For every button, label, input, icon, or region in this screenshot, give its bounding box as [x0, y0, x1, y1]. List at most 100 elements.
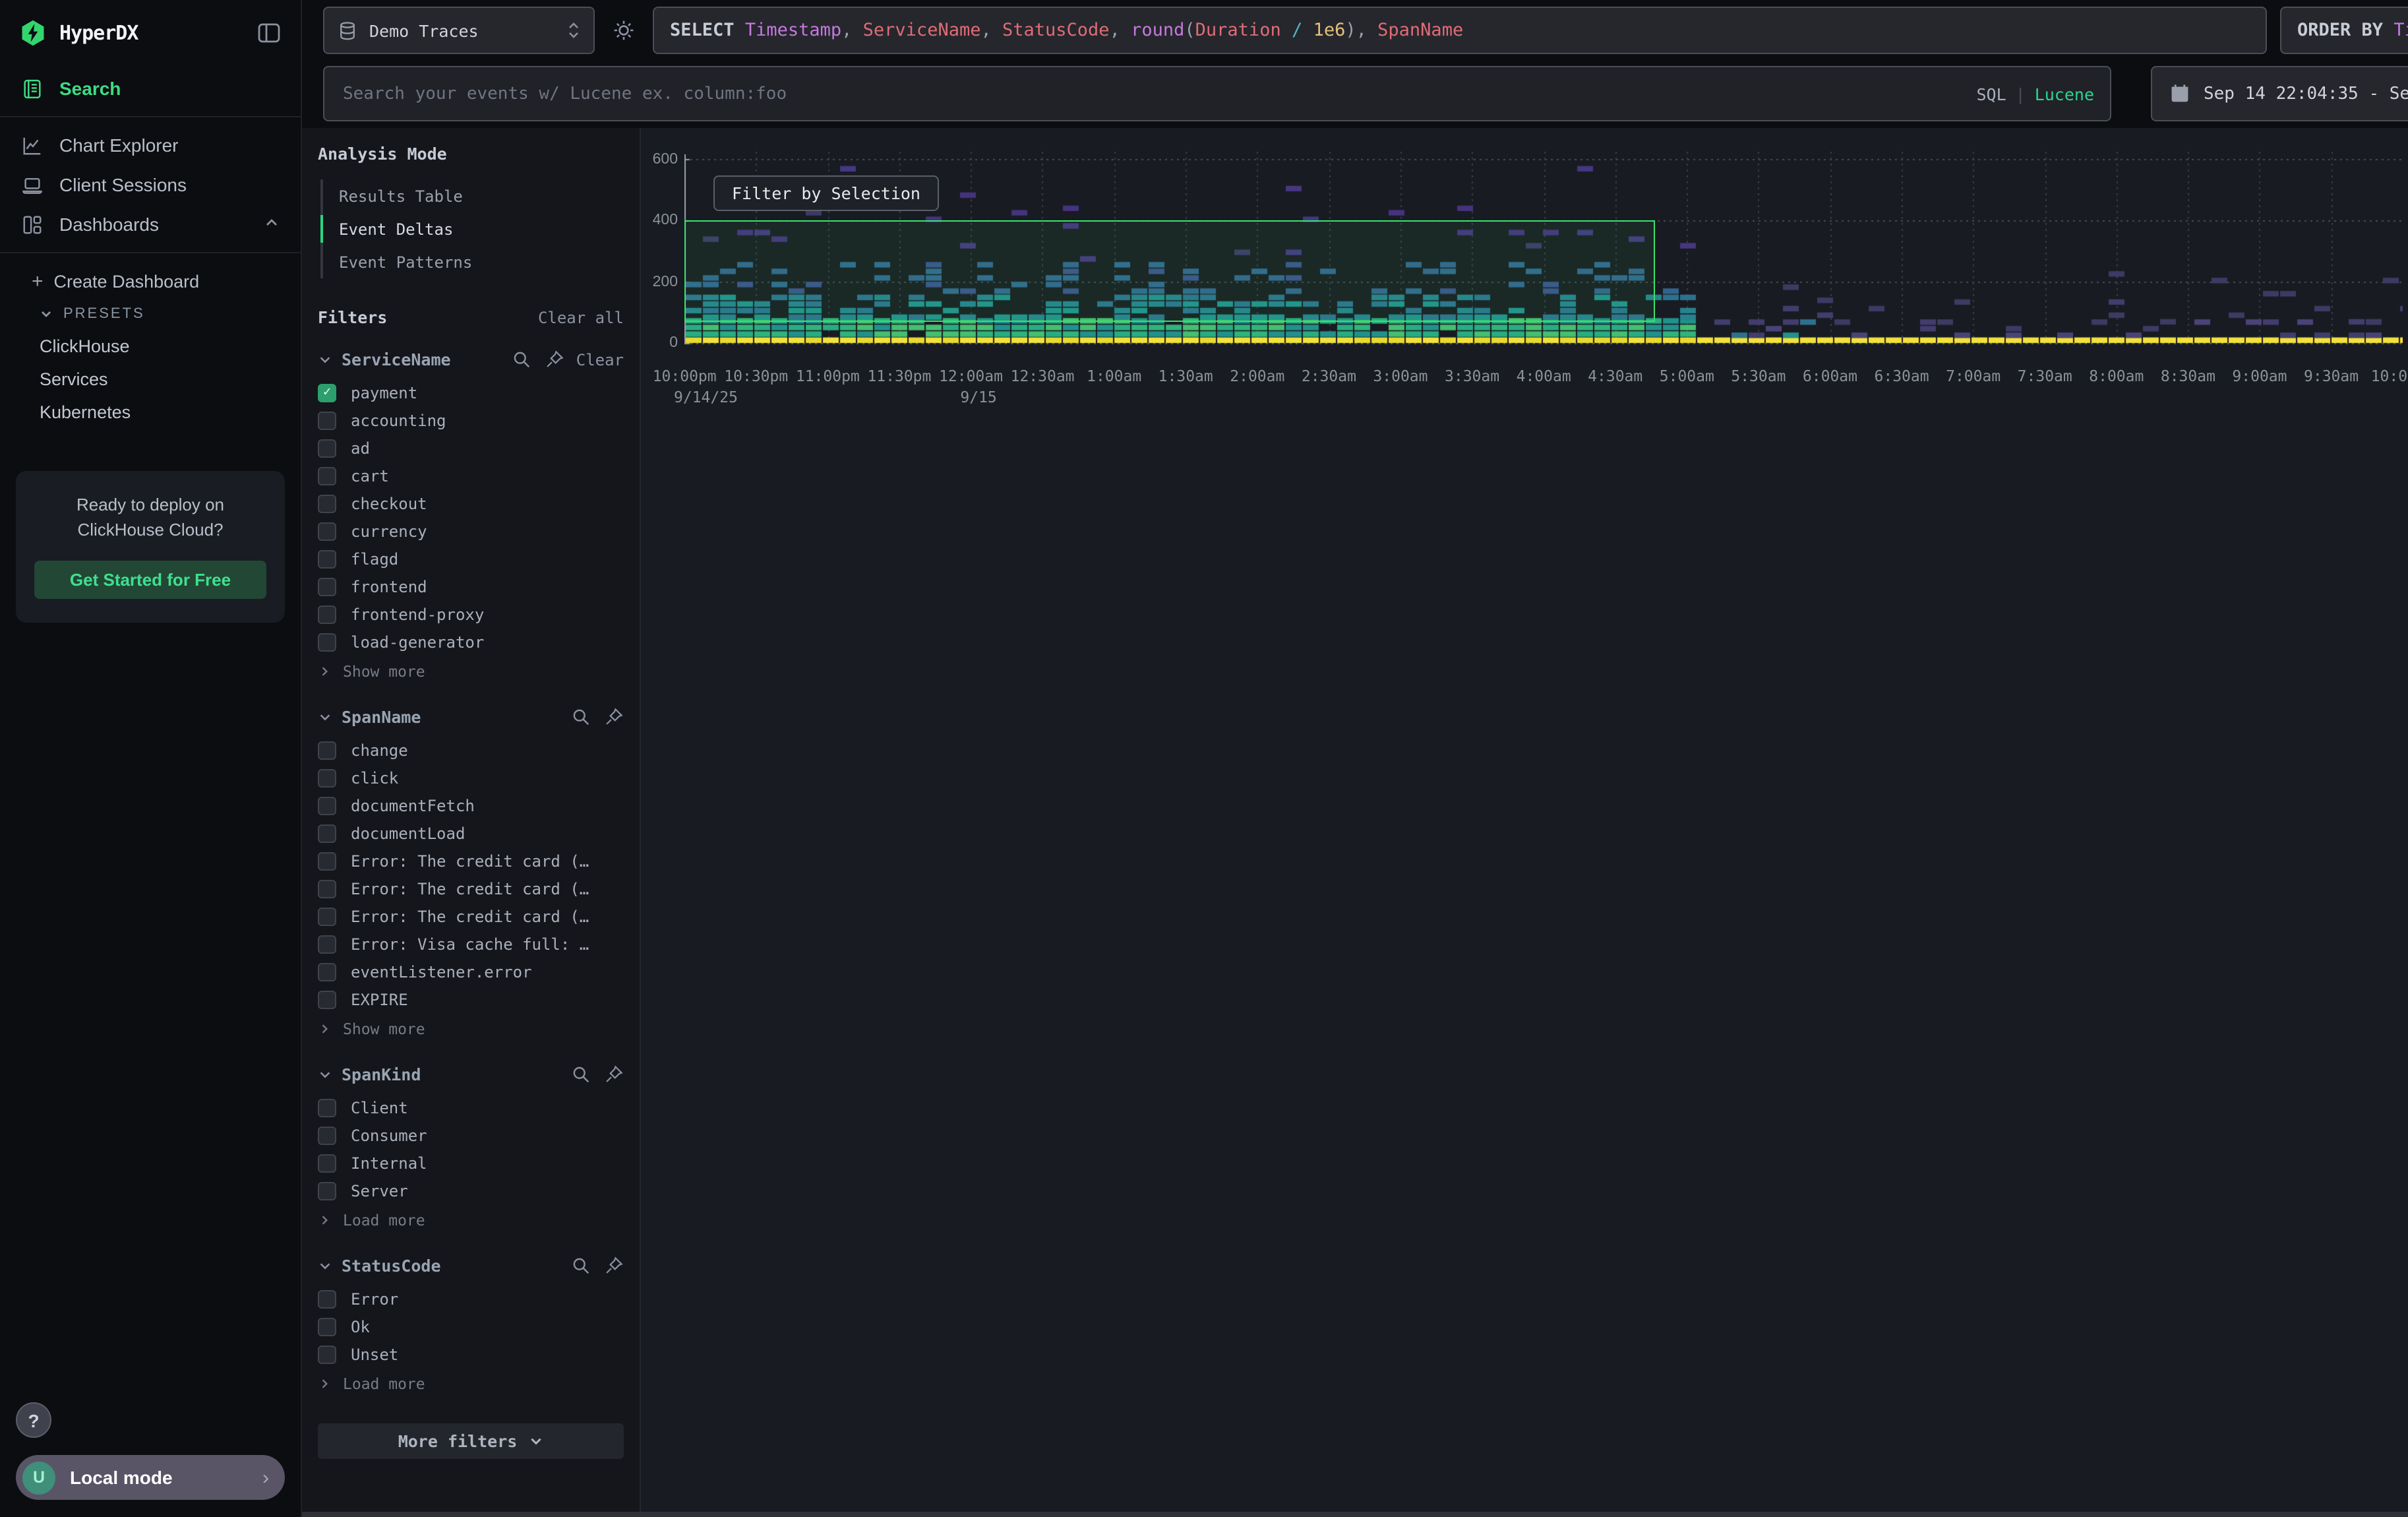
filter-option-error[interactable]: Error — [318, 1285, 624, 1313]
search-icon[interactable] — [571, 707, 591, 727]
sidebar-collapse-icon[interactable] — [256, 20, 282, 46]
checkbox[interactable] — [318, 466, 336, 485]
filter-group-header-spankind[interactable]: SpanKind — [318, 1065, 624, 1084]
filter-option-internal[interactable]: Internal — [318, 1149, 624, 1177]
filter-by-selection-button[interactable]: Filter by Selection — [713, 175, 939, 211]
show-more-button[interactable]: Show more — [318, 1016, 624, 1042]
checkbox[interactable] — [318, 1154, 336, 1172]
filter-option-documentfetch[interactable]: documentFetch — [318, 791, 624, 819]
checkbox[interactable] — [318, 411, 336, 429]
filter-group-header-servicename[interactable]: ServiceNameClear — [318, 350, 624, 369]
sidebar-item-chart-explorer[interactable]: Chart Explorer — [0, 125, 301, 165]
order-by-input[interactable]: ORDER BY Timestamp DESC — [2280, 7, 2408, 54]
filter-option-flagd[interactable]: flagd — [318, 545, 624, 573]
sql-select-input[interactable]: SELECT Timestamp, ServiceName, StatusCod… — [653, 7, 2267, 54]
search-icon[interactable] — [571, 1065, 591, 1084]
more-filters-button[interactable]: More filters — [318, 1423, 624, 1459]
checkbox[interactable] — [318, 439, 336, 457]
checkbox[interactable] — [318, 549, 336, 568]
filter-option-cart[interactable]: cart — [318, 462, 624, 489]
show-more-button[interactable]: Load more — [318, 1371, 624, 1397]
clear-filter-button[interactable]: Clear — [576, 350, 624, 369]
user-menu[interactable]: U Local mode › — [16, 1455, 285, 1500]
checkbox[interactable] — [318, 1345, 336, 1363]
sidebar-item-client-sessions[interactable]: Client Sessions — [0, 165, 301, 204]
checkbox[interactable] — [318, 1098, 336, 1117]
selection-region[interactable] — [684, 220, 1655, 322]
analysis-mode-results-table[interactable]: Results Table — [323, 179, 624, 212]
get-started-button[interactable]: Get Started for Free — [34, 561, 266, 599]
filter-option-ok[interactable]: Ok — [318, 1313, 624, 1340]
checkbox[interactable] — [318, 1289, 336, 1308]
checkbox[interactable] — [318, 768, 336, 787]
show-more-button[interactable]: Show more — [318, 658, 624, 685]
sidebar-item-dashboards[interactable]: Dashboards — [0, 204, 301, 244]
checkbox[interactable] — [318, 1126, 336, 1144]
sidebar-item-search[interactable]: Search — [0, 69, 301, 108]
filter-option-consumer[interactable]: Consumer — [318, 1121, 624, 1149]
checkbox[interactable] — [318, 633, 336, 651]
filter-option-documentload[interactable]: documentLoad — [318, 819, 624, 847]
checkbox[interactable] — [318, 522, 336, 540]
filter-option-frontend-proxy[interactable]: frontend-proxy — [318, 600, 624, 628]
filter-option-accounting[interactable]: accounting — [318, 406, 624, 434]
search-icon[interactable] — [512, 350, 531, 369]
analysis-mode-event-deltas[interactable]: Event Deltas — [323, 212, 624, 245]
presets-toggle[interactable]: PRESETS — [0, 298, 301, 330]
filter-group-header-spanname[interactable]: SpanName — [318, 707, 624, 727]
sidebar-item-preset-clickhouse[interactable]: ClickHouse — [0, 330, 301, 363]
pin-icon[interactable] — [545, 350, 564, 369]
checkbox[interactable] — [318, 907, 336, 925]
gear-icon[interactable] — [611, 17, 637, 44]
filter-option-error-visa-cache-full-[interactable]: Error: Visa cache full: … — [318, 930, 624, 958]
pin-icon[interactable] — [604, 1065, 624, 1084]
filter-option-change[interactable]: change — [318, 736, 624, 764]
create-dashboard-button[interactable]: + Create Dashboard — [0, 264, 301, 298]
filter-option-load-generator[interactable]: load-generator — [318, 628, 624, 656]
pin-icon[interactable] — [604, 707, 624, 727]
checkbox[interactable] — [318, 990, 336, 1008]
filter-option-error-the-credit-card-[interactable]: Error: The credit card (… — [318, 847, 624, 875]
lucene-mode-toggle[interactable]: Lucene — [2035, 84, 2094, 104]
filter-option-unset[interactable]: Unset — [318, 1340, 624, 1368]
pin-icon[interactable] — [604, 1256, 624, 1276]
filter-option-checkout[interactable]: checkout — [318, 489, 624, 517]
checkbox[interactable] — [318, 1317, 336, 1336]
checkbox[interactable] — [318, 796, 336, 815]
filter-option-ad[interactable]: ad — [318, 434, 624, 462]
checkbox[interactable] — [318, 935, 336, 953]
filter-option-client[interactable]: Client — [318, 1094, 624, 1121]
sql-mode-toggle[interactable]: SQL — [1976, 84, 2006, 104]
checkbox[interactable] — [318, 577, 336, 596]
search-icon[interactable] — [571, 1256, 591, 1276]
source-select[interactable]: Demo Traces — [323, 7, 595, 54]
filter-option-click[interactable]: click — [318, 764, 624, 791]
checkbox[interactable] — [318, 962, 336, 981]
checkbox[interactable] — [318, 851, 336, 870]
sidebar-item-preset-services[interactable]: Services — [0, 363, 301, 396]
checkbox-checked[interactable]: ✓ — [318, 383, 336, 402]
clear-all-button[interactable]: Clear all — [538, 308, 624, 326]
checkbox[interactable] — [318, 494, 336, 512]
checkbox[interactable] — [318, 741, 336, 759]
filter-option-error-the-credit-card-[interactable]: Error: The credit card (… — [318, 875, 624, 902]
filter-option-expire[interactable]: EXPIRE — [318, 985, 624, 1013]
filter-option-server[interactable]: Server — [318, 1177, 624, 1204]
checkbox[interactable] — [318, 1181, 336, 1200]
date-range-picker[interactable]: Sep 14 22:04:35 - Sep 15 10:04:35 — [2151, 66, 2408, 121]
checkbox[interactable] — [318, 605, 336, 623]
filter-option-eventlistener-error[interactable]: eventListener.error — [318, 958, 624, 985]
show-more-button[interactable]: Load more — [318, 1207, 624, 1233]
filter-option-currency[interactable]: currency — [318, 517, 624, 545]
checkbox[interactable] — [318, 824, 336, 842]
search-input[interactable] — [340, 82, 1976, 105]
filter-option-payment[interactable]: ✓payment — [318, 379, 624, 406]
filter-group-header-statuscode[interactable]: StatusCode — [318, 1256, 624, 1276]
horizontal-scrollbar[interactable] — [302, 1512, 2408, 1517]
sidebar-item-preset-kubernetes[interactable]: Kubernetes — [0, 396, 301, 429]
checkbox[interactable] — [318, 879, 336, 898]
analysis-mode-event-patterns[interactable]: Event Patterns — [323, 245, 624, 278]
help-button[interactable]: ? — [16, 1402, 51, 1438]
filter-option-frontend[interactable]: frontend — [318, 573, 624, 600]
filter-option-error-the-credit-card-[interactable]: Error: The credit card (… — [318, 902, 624, 930]
